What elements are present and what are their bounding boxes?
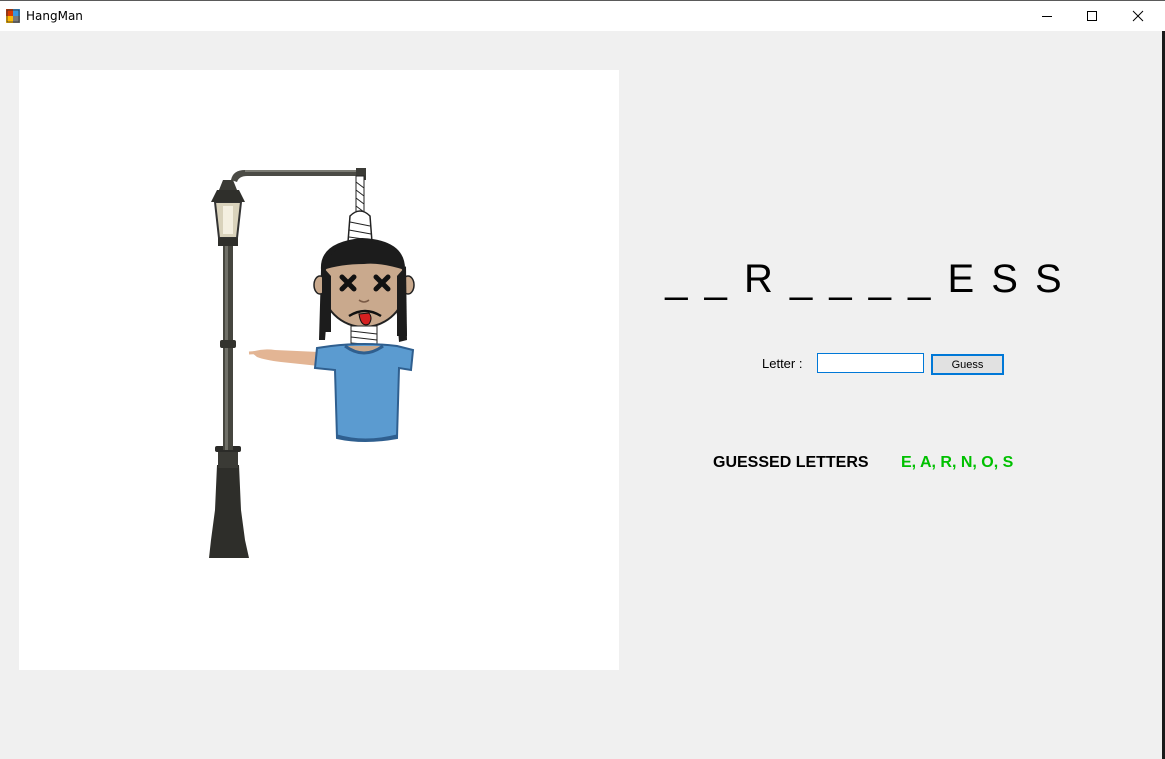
letter-input[interactable]	[817, 353, 924, 373]
guessed-letters-label: GUESSED LETTERS	[713, 454, 869, 471]
maximize-button[interactable]	[1069, 1, 1115, 31]
hangman-figure	[248, 238, 415, 442]
minimize-button[interactable]	[1024, 1, 1070, 31]
app-window: HangMan _ _ R _ _ _ _ E S S Letter: Gue…	[0, 0, 1165, 759]
guess-button[interactable]: Guess	[931, 354, 1004, 375]
letter-label: Letter :	[762, 356, 803, 371]
app-icon	[6, 9, 20, 23]
maximize-icon	[1087, 11, 1097, 21]
close-icon	[1132, 10, 1144, 22]
minimize-icon	[1042, 16, 1052, 17]
close-button[interactable]	[1115, 1, 1161, 31]
hangman-picture	[19, 70, 619, 670]
title-bar[interactable]: HangMan	[0, 0, 1165, 31]
hangman-drawing	[209, 168, 415, 558]
guessed-letters-value: E, A, R, N, O, S	[901, 454, 1014, 471]
word-display: _ _ R _ _ _ _ E S S	[665, 257, 1065, 301]
window-title: HangMan	[26, 9, 83, 23]
rope	[347, 175, 373, 246]
